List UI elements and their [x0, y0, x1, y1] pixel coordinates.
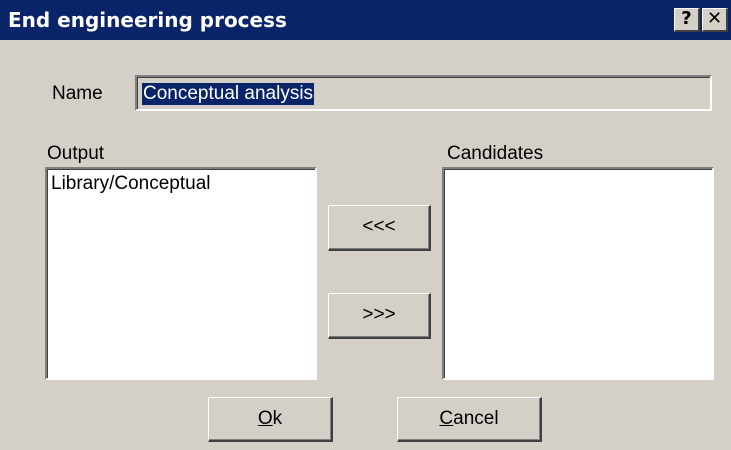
name-field[interactable]: Conceptual analysis: [135, 75, 712, 111]
move-to-output-button[interactable]: <<<: [328, 205, 431, 251]
cancel-button[interactable]: Cancel: [397, 397, 542, 442]
candidates-label: Candidates: [447, 143, 544, 164]
cancel-label-rest: ancel: [453, 408, 499, 429]
ok-mnemonic: O: [257, 408, 273, 429]
output-listbox[interactable]: Library/Conceptual: [45, 167, 317, 380]
name-label: Name: [52, 83, 103, 104]
output-label: Output: [47, 143, 105, 164]
end-engineering-process-dialog: End engineering process ? ✕ Name Concept…: [0, 0, 731, 450]
cancel-mnemonic: C: [439, 408, 454, 429]
close-icon[interactable]: ✕: [702, 8, 728, 32]
ok-button[interactable]: Ok: [208, 397, 333, 442]
title-bar[interactable]: End engineering process ? ✕: [0, 0, 731, 40]
dialog-title: End engineering process: [8, 8, 287, 32]
candidates-listbox[interactable]: [442, 167, 714, 380]
list-item[interactable]: Library/Conceptual: [51, 173, 210, 195]
name-value: Conceptual analysis: [142, 83, 315, 105]
ok-label-rest: k: [272, 408, 283, 429]
help-icon[interactable]: ?: [674, 8, 700, 32]
move-to-candidates-button[interactable]: >>>: [328, 293, 431, 339]
